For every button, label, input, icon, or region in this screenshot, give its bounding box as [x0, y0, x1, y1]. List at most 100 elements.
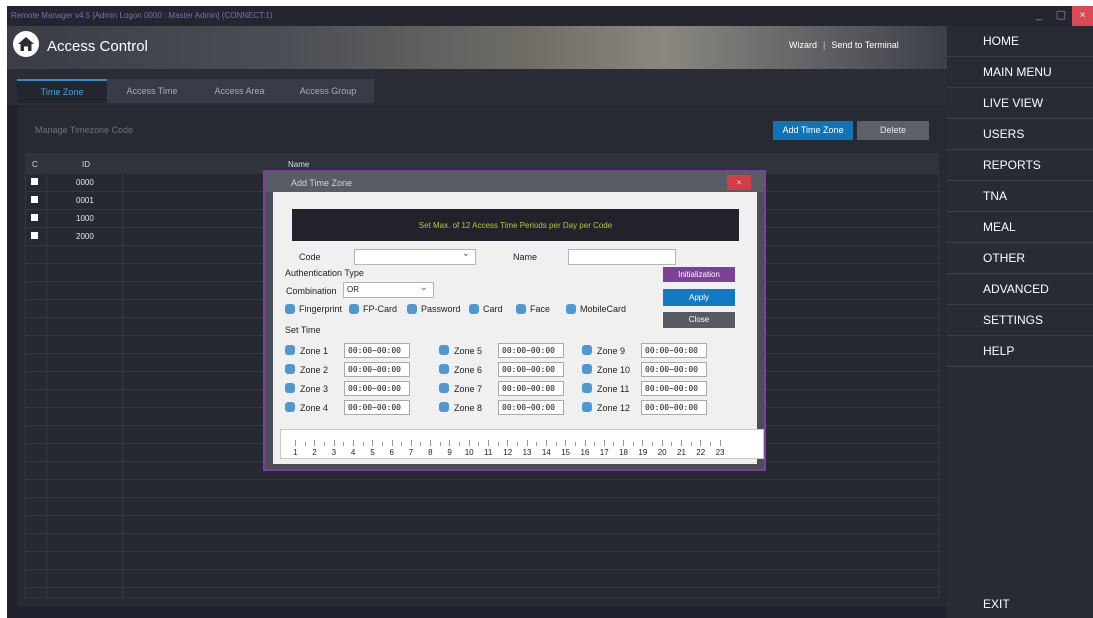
sidebar-item-meal[interactable]: MEAL	[947, 212, 1093, 243]
zone-1-time[interactable]: 00:00~00:00	[344, 343, 410, 358]
ruler-tick	[430, 440, 432, 446]
header-links: Wizard | Send to Terminal	[789, 40, 899, 50]
zone-10-checkbox[interactable]	[582, 364, 592, 374]
zone-1-checkbox[interactable]	[285, 345, 295, 355]
code-select[interactable]	[354, 248, 476, 265]
zone-8-checkbox[interactable]	[439, 402, 449, 412]
zone-11-time[interactable]: 00:00~00:00	[641, 381, 707, 396]
ruler-tick	[352, 440, 354, 446]
sidebar-item-help[interactable]: HELP	[947, 336, 1093, 367]
zone-3-checkbox[interactable]	[285, 383, 295, 393]
sidebar-item-other[interactable]: OTHER	[947, 243, 1093, 274]
zone-3-time[interactable]: 00:00~00:00	[344, 381, 410, 396]
zone-6-time[interactable]: 00:00~00:00	[498, 362, 564, 377]
tab-time-zone[interactable]: Time Zone	[17, 79, 107, 103]
minimize-button[interactable]: _	[1028, 6, 1050, 26]
zone-7-label: Zone 7	[454, 384, 483, 394]
zone-10-label: Zone 10	[597, 365, 631, 375]
zone-2-time[interactable]: 00:00~00:00	[344, 362, 410, 377]
sidebar-item-reports[interactable]: REPORTS	[947, 150, 1093, 181]
zone-8-time[interactable]: 00:00~00:00	[498, 400, 564, 415]
sidebar-item-tna[interactable]: TNA	[947, 181, 1093, 212]
tab-access-area[interactable]: Access Area	[197, 79, 282, 103]
sidebar-item-users[interactable]: USERS	[947, 119, 1093, 150]
zone-12-checkbox[interactable]	[582, 402, 592, 412]
send-to-terminal-link[interactable]: Send to Terminal	[831, 40, 898, 50]
zone-5-checkbox[interactable]	[439, 345, 449, 355]
column-header-c[interactable]: C	[32, 160, 38, 169]
ruler-tick	[449, 440, 451, 446]
tab-strip: Time Zone Access Time Access Area Access…	[7, 69, 947, 105]
zone-6-checkbox[interactable]	[439, 364, 449, 374]
ruler-minor-tick	[343, 442, 345, 446]
delete-button[interactable]: Delete	[857, 121, 929, 140]
empty-row	[26, 498, 938, 516]
password-label: Password	[421, 304, 461, 314]
fingerprint-label: Fingerprint	[299, 304, 343, 314]
zone-4-checkbox[interactable]	[285, 402, 295, 412]
dialog-title: Add Time Zone	[291, 178, 353, 188]
restore-button[interactable]: ▢	[1050, 6, 1072, 26]
dialog-title-bar: Add Time Zone ×	[265, 172, 764, 192]
ruler-minor-tick	[323, 442, 325, 446]
ruler-minor-tick	[381, 442, 383, 446]
wizard-link[interactable]: Wizard	[789, 40, 817, 50]
password-checkbox[interactable]	[407, 304, 417, 314]
initialization-button[interactable]: Initialization	[663, 267, 735, 282]
add-time-zone-button[interactable]: Add Time Zone	[773, 121, 853, 140]
ruler-tick	[642, 440, 644, 446]
ruler-hour-label: 18	[619, 448, 628, 457]
apply-button[interactable]: Apply	[663, 289, 735, 306]
sidebar-item-live-view[interactable]: LIVE VIEW	[947, 88, 1093, 119]
dialog-body: Set Max. of 12 Access Time Periods per D…	[273, 192, 764, 464]
dialog-close-action-button[interactable]: Close	[663, 312, 735, 328]
zone-11-checkbox[interactable]	[582, 383, 592, 393]
row-checkbox[interactable]	[31, 178, 38, 185]
column-header-name[interactable]: Name	[288, 160, 309, 169]
ruler-minor-tick	[671, 442, 673, 446]
mobilecard-checkbox[interactable]	[566, 304, 576, 314]
ruler-hour-label: 19	[638, 448, 648, 457]
combination-select[interactable]: OR	[343, 281, 434, 298]
sidebar-item-advanced[interactable]: ADVANCED	[947, 274, 1093, 305]
zone-9-checkbox[interactable]	[582, 345, 592, 355]
ruler-minor-tick	[497, 442, 499, 446]
row-checkbox[interactable]	[31, 196, 38, 203]
combination-value: OR	[347, 285, 359, 294]
ruler-hour-label: 2	[312, 448, 317, 457]
ruler-minor-tick	[401, 442, 403, 446]
sidebar-item-exit[interactable]: EXIT	[947, 590, 1093, 618]
zone-5-time[interactable]: 00:00~00:00	[498, 343, 564, 358]
ruler-minor-tick	[420, 442, 422, 446]
zone-2-checkbox[interactable]	[285, 364, 295, 374]
zone-7-checkbox[interactable]	[439, 383, 449, 393]
ruler-hour-label: 3	[331, 448, 337, 457]
link-separator: |	[823, 40, 826, 50]
name-field[interactable]	[568, 249, 676, 265]
column-header-id[interactable]: ID	[82, 160, 90, 169]
row-checkbox[interactable]	[31, 214, 38, 221]
zone-10-time[interactable]: 00:00~00:00	[641, 362, 707, 377]
sidebar-item-main-menu[interactable]: MAIN MENU	[947, 57, 1093, 88]
face-checkbox[interactable]	[516, 304, 526, 314]
ruler-minor-tick	[709, 442, 711, 446]
zone-5-label: Zone 5	[454, 346, 483, 356]
zone-9-time[interactable]: 00:00~00:00	[641, 343, 707, 358]
row-id: 0001	[76, 196, 94, 205]
tab-access-time[interactable]: Access Time	[107, 79, 197, 103]
tab-access-group[interactable]: Access Group	[282, 79, 374, 103]
dialog-close-button[interactable]: ×	[727, 175, 751, 190]
sidebar-item-home[interactable]: HOME	[947, 26, 1093, 57]
zone-4-time[interactable]: 00:00~00:00	[344, 400, 410, 415]
zone-7-time[interactable]: 00:00~00:00	[498, 381, 564, 396]
close-window-button[interactable]: ×	[1072, 6, 1093, 26]
fp-card-checkbox[interactable]	[349, 304, 359, 314]
row-checkbox[interactable]	[31, 232, 38, 239]
sidebar-item-settings[interactable]: SETTINGS	[947, 305, 1093, 336]
card-checkbox[interactable]	[469, 304, 479, 314]
home-icon[interactable]	[13, 31, 39, 57]
section-label: Manage Timezone Code	[35, 125, 134, 135]
zone-12-time[interactable]: 00:00~00:00	[641, 400, 707, 415]
ruler-tick	[507, 440, 509, 446]
fingerprint-checkbox[interactable]	[285, 304, 295, 314]
